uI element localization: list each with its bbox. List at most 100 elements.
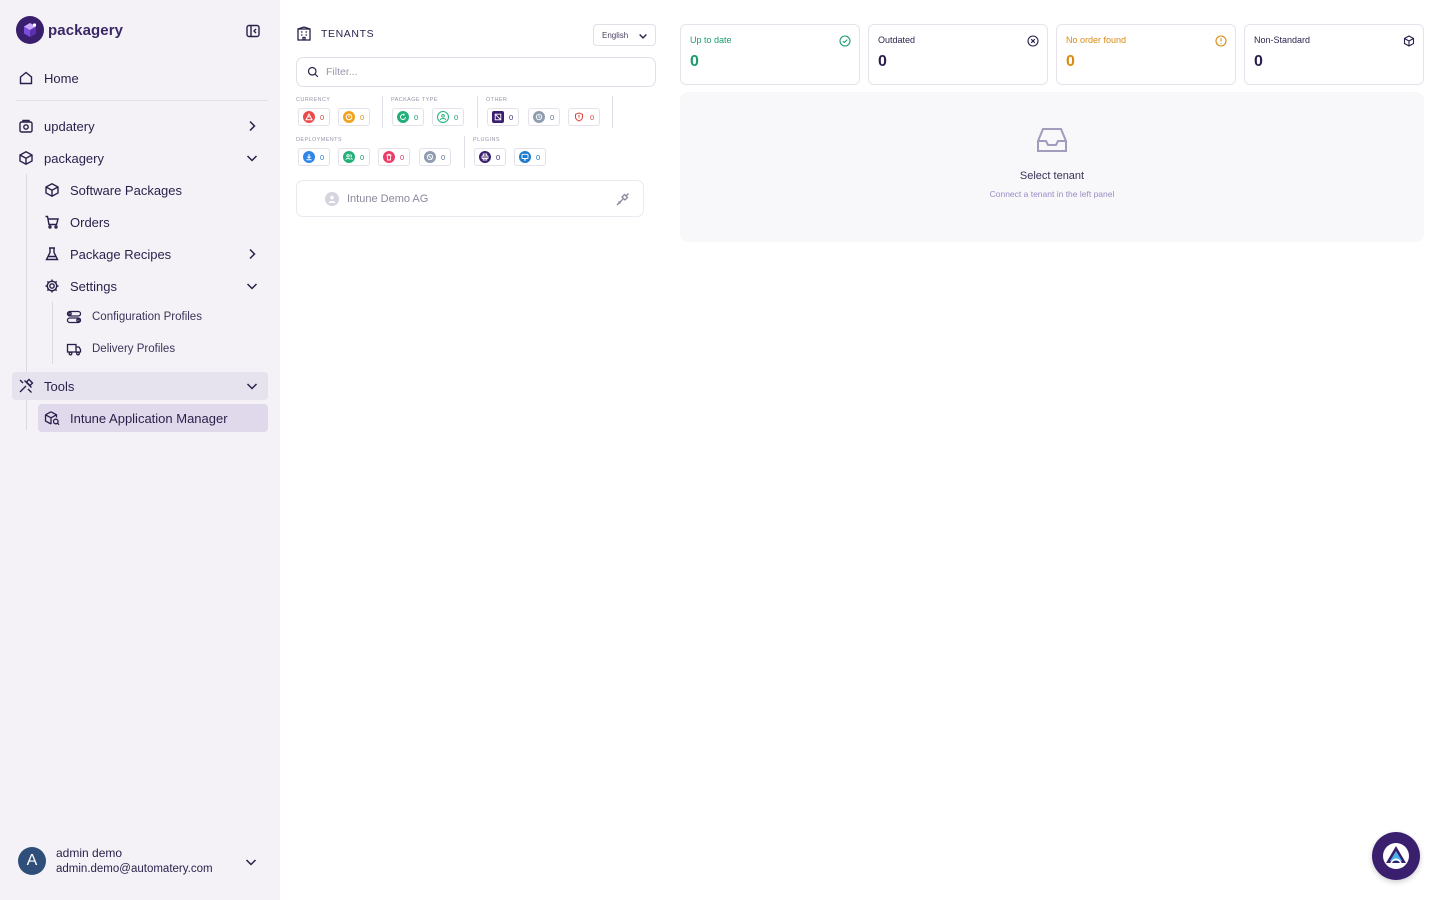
cube-icon <box>18 150 34 166</box>
sidebar-item-updatery[interactable]: updatery <box>18 112 268 140</box>
cart-icon <box>44 214 60 230</box>
stat-card-outdated[interactable]: Outdated 0 <box>868 24 1048 85</box>
chip-count: 0 <box>550 112 555 122</box>
package-icon <box>44 182 60 198</box>
filter-chip-deploy-users[interactable]: 0 <box>338 148 371 166</box>
stat-value: 0 <box>690 53 699 70</box>
brand-name: packagery <box>48 21 124 39</box>
tenant-row[interactable]: Intune Demo AG <box>296 180 644 217</box>
filter-chip-other-pending[interactable]: 0 <box>528 108 561 126</box>
sidebar-item-label: Home <box>44 70 79 86</box>
chip-count: 0 <box>360 112 365 122</box>
sidebar-item-label: updatery <box>44 118 95 134</box>
stat-value: 0 <box>1066 53 1075 70</box>
filter-chip-other-blocked[interactable]: 0 <box>487 108 520 126</box>
assistant-button[interactable] <box>1372 832 1420 880</box>
tools-icon <box>18 378 34 394</box>
inbox-icon <box>1036 126 1068 154</box>
filter-chip-plugin-remote[interactable]: 0 <box>514 148 547 166</box>
home-icon <box>18 70 34 86</box>
filter-chip-deploy-disabled[interactable]: 0 <box>419 148 452 166</box>
language-select[interactable]: English <box>593 24 656 46</box>
toggles-icon <box>66 309 82 325</box>
monitor-icon <box>519 151 531 163</box>
divider <box>382 96 383 128</box>
stat-value: 0 <box>878 53 887 70</box>
stat-label: Non-Standard <box>1254 35 1311 45</box>
chevron-right-icon <box>244 246 260 262</box>
filter-chip-currency-critical[interactable]: 0 <box>298 108 331 126</box>
stat-card-no-order-found[interactable]: No order found 0 <box>1056 24 1236 85</box>
tree-line <box>52 302 53 364</box>
printer-icon <box>479 151 491 163</box>
updatery-icon <box>18 118 34 134</box>
sidebar-item-delivery-profiles[interactable]: Delivery Profiles <box>66 335 268 363</box>
user-menu-chevron-down-icon[interactable] <box>243 854 259 870</box>
filter-chip-type-recipe[interactable]: 0 <box>392 108 425 126</box>
filter-chip-currency-warning[interactable]: 0 <box>338 108 371 126</box>
user-name: admin demo <box>56 846 123 860</box>
refresh-icon <box>397 111 409 123</box>
group-label-other: OTHER <box>486 97 508 103</box>
alert-triangle-icon <box>303 111 315 123</box>
sidebar-item-label: Delivery Profiles <box>92 343 176 355</box>
assistant-logo-icon <box>1381 841 1411 871</box>
blocked-package-icon <box>492 111 504 123</box>
sidebar-item-package-recipes[interactable]: Package Recipes <box>44 240 268 268</box>
ban-icon <box>424 151 436 163</box>
sidebar-item-home[interactable]: Home <box>18 64 268 92</box>
brand[interactable]: packagery <box>16 16 123 44</box>
clock-alert-icon <box>343 111 355 123</box>
stat-label: Up to date <box>690 35 732 45</box>
user-upload-icon <box>437 111 449 123</box>
sidebar-item-label: Configuration Profiles <box>92 311 202 323</box>
group-label-package-type: PACKAGE TYPE <box>391 97 438 103</box>
group-label-currency: CURRENCY <box>296 97 331 103</box>
sidebar-item-label: Orders <box>70 214 110 230</box>
sidebar-item-label: Software Packages <box>70 182 183 198</box>
filter-input[interactable] <box>326 66 626 78</box>
chip-count: 0 <box>454 112 459 122</box>
stat-label: Outdated <box>878 35 916 45</box>
collapse-sidebar-icon[interactable] <box>245 23 261 39</box>
sidebar-item-tools[interactable]: Tools <box>12 372 268 400</box>
stat-label: No order found <box>1066 35 1127 45</box>
chevron-right-icon <box>244 118 260 134</box>
chip-count: 0 <box>400 152 405 162</box>
sidebar-item-intune-application-manager[interactable]: Intune Application Manager <box>38 404 268 432</box>
chip-count: 0 <box>590 112 595 122</box>
sidebar-item-packagery[interactable]: packagery <box>18 144 268 172</box>
filter-chip-deploy-delete[interactable]: 0 <box>378 148 411 166</box>
chip-count: 0 <box>441 152 446 162</box>
user-email: admin.demo@automatery.com <box>56 863 213 875</box>
chip-count: 0 <box>360 152 365 162</box>
filter-chip-type-custom[interactable]: 0 <box>432 108 465 126</box>
flask-icon <box>44 246 60 262</box>
sidebar-item-configuration-profiles[interactable]: Configuration Profiles <box>66 303 268 331</box>
group-label-plugins: PLUGINS <box>473 137 500 143</box>
trash-icon <box>383 151 395 163</box>
sidebar-item-label: Settings <box>70 278 117 294</box>
sidebar-item-settings[interactable]: Settings <box>44 272 268 300</box>
empty-state-panel: Select tenant Connect a tenant in the le… <box>680 92 1424 242</box>
tenants-title: TENANTS <box>321 28 375 40</box>
sidebar-item-label: Tools <box>44 378 75 394</box>
sidebar-item-orders[interactable]: Orders <box>44 208 268 236</box>
filter-chip-deploy-download[interactable]: 0 <box>298 148 331 166</box>
filter-chip-other-shield[interactable]: 0 <box>568 108 601 126</box>
stat-card-non-standard[interactable]: Non-Standard 0 <box>1244 24 1424 85</box>
sidebar-item-software-packages[interactable]: Software Packages <box>44 176 268 204</box>
user-profile[interactable]: A admin demo admin.demo@automatery.com <box>18 846 213 875</box>
filter-chip-plugin-print[interactable]: 0 <box>474 148 507 166</box>
packagery-logo-icon <box>16 16 44 44</box>
stat-value: 0 <box>1254 53 1263 70</box>
empty-state-title: Select tenant <box>1019 170 1085 182</box>
sidebar: packagery Home updatery packagery Softwa… <box>0 0 280 900</box>
chip-count: 0 <box>320 152 325 162</box>
stat-card-up-to-date[interactable]: Up to date 0 <box>680 24 860 85</box>
connect-plug-icon[interactable] <box>615 191 631 207</box>
divider <box>477 96 478 128</box>
chip-count: 0 <box>496 152 501 162</box>
search-icon <box>307 66 319 78</box>
tenant-name: Intune Demo AG <box>347 192 429 205</box>
